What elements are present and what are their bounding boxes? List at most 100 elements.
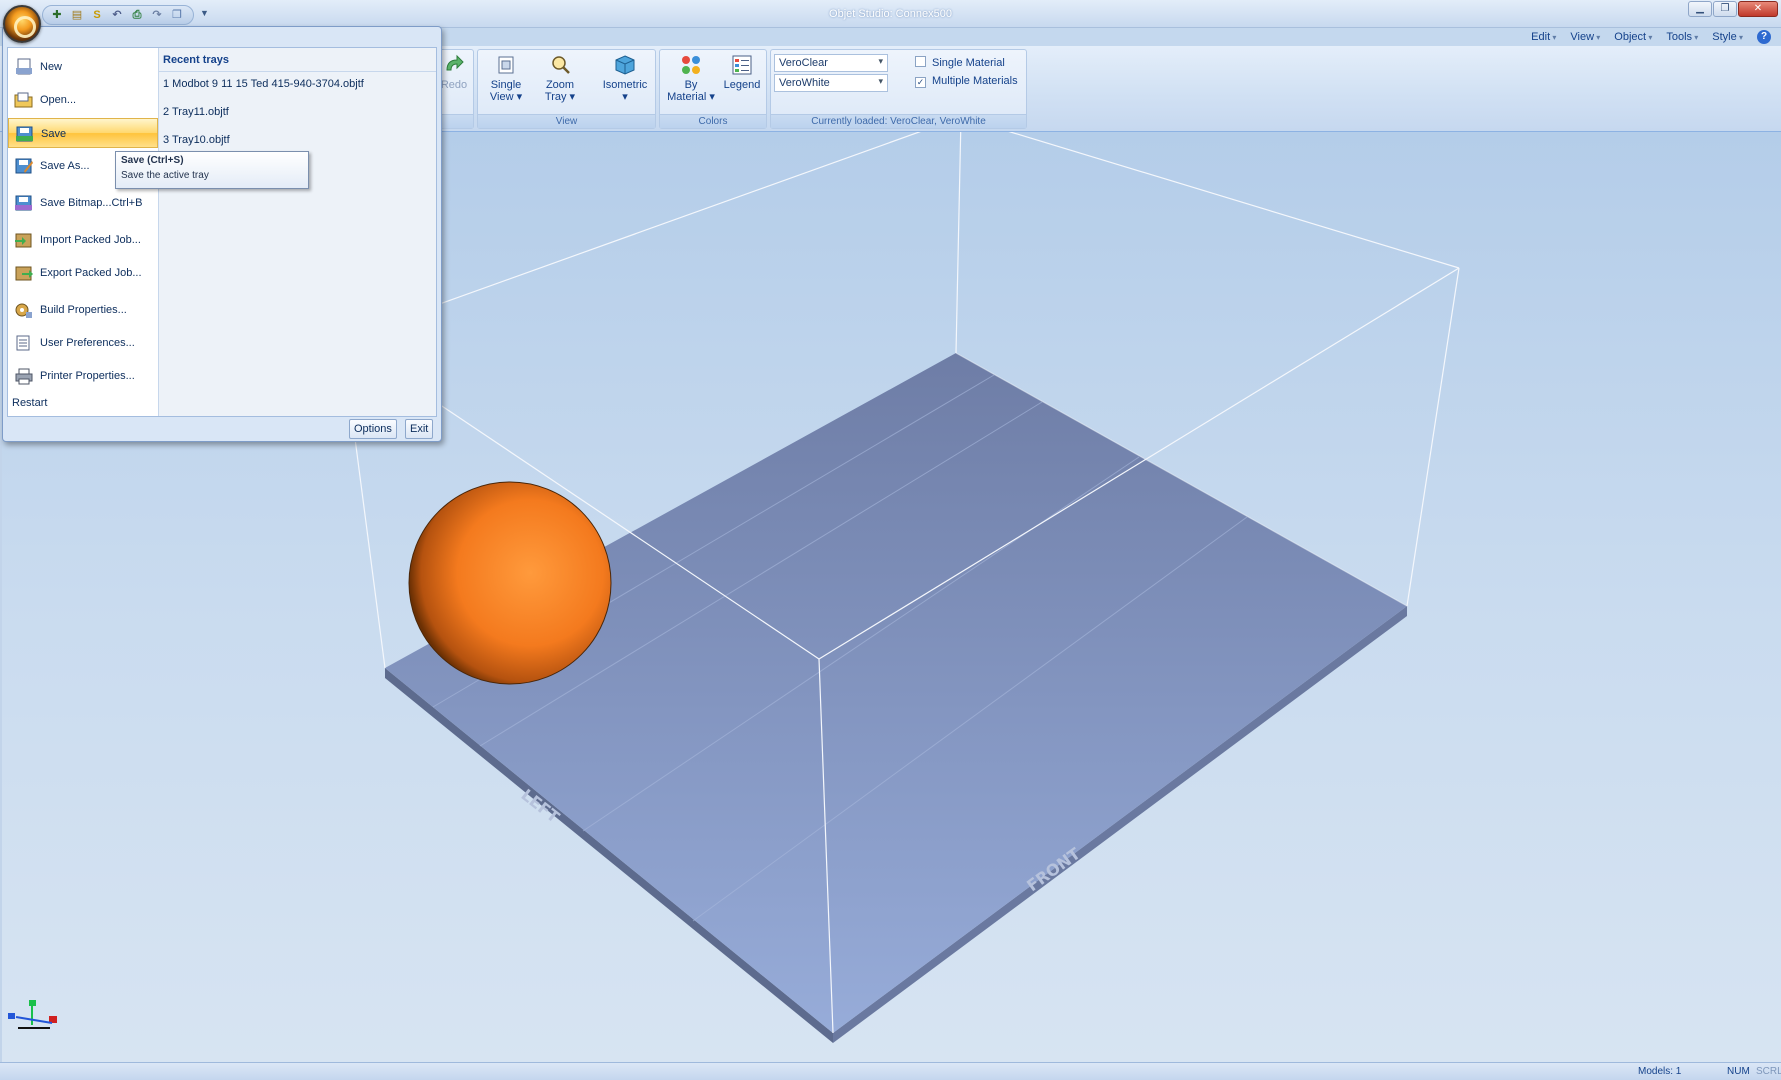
status-num: NUM [1727,1066,1750,1077]
legend-button[interactable]: Legend [722,54,762,91]
menu-import-packed-job-label: Import Packed Job... [40,234,141,246]
options-button[interactable]: Options [349,419,397,439]
single-material-checkbox[interactable]: Single Material [915,56,1005,69]
printer-icon[interactable]: ⎙ [129,8,145,22]
help-icon[interactable]: ? [1757,30,1771,44]
material-combo-2[interactable]: VeroWhite [774,74,888,92]
recent-tray-1[interactable]: 1 Modbot 9 11 15 Ted 415-940-3704.objtf [163,78,364,90]
zoom-tray-icon [552,56,570,74]
menu-import-packed-job[interactable]: Import Packed Job... [8,225,158,255]
view-group: Single View ▾ Zoom Tray ▾ Isometric ▾ Vie… [477,49,656,129]
application-orb-button[interactable] [3,5,41,43]
isometric-cube-icon [615,55,635,75]
save-s-icon[interactable]: S [89,8,105,22]
sphere-model[interactable] [408,481,612,685]
menu-object[interactable]: Object [1614,31,1652,43]
title-bar: Objet Studio: Connex500 ✚ ▤ S ↶ ⎙ ↷ ❐ ▼ … [0,0,1781,28]
multiple-materials-box[interactable]: ✓ [915,77,926,88]
materials-group: VeroClear VeroWhite Single Material ✓ Mul… [770,49,1027,129]
menu-tools[interactable]: Tools [1666,31,1698,43]
menu-edit[interactable]: Edit [1531,31,1556,43]
application-menu-body: New Open... Save Save As... Save Bitmap.… [7,47,437,417]
menu-printer-properties-label: Printer Properties... [40,370,135,382]
application-menu: New Open... Save Save As... Save Bitmap.… [2,26,442,442]
by-material-label-2: Material [667,91,707,103]
export-packed-job-icon [15,266,33,281]
menu-style[interactable]: Style [1712,31,1743,43]
menu-build-properties[interactable]: Build Properties... [8,295,158,325]
view-group-label: View [478,114,655,128]
customize-toolbar-chevron-icon[interactable]: ▼ [200,8,209,18]
menu-export-packed-job-label: Export Packed Job... [40,267,142,279]
tray-top[interactable] [385,353,1407,1033]
open-icon[interactable]: ▤ [69,8,85,22]
menu-save-bitmap-label: Save Bitmap...Ctrl+B [40,197,143,209]
by-material-label-1: By [684,79,698,91]
single-view-button[interactable]: Single View ▾ [486,54,526,103]
menu-open-label: Open... [40,94,77,106]
menu-new[interactable]: New [8,52,158,82]
new-tray-icon[interactable]: ✚ [49,8,65,22]
menu-printer-properties[interactable]: Printer Properties... [8,361,158,391]
user-preferences-icon [16,335,30,351]
window-title: Objet Studio: Connex500 [829,8,952,20]
import-packed-job-icon [15,233,32,248]
save-icon [16,126,33,142]
legend-icon [732,55,752,75]
menu-open[interactable]: Open... [8,85,158,115]
menu-save-bitmap[interactable]: Save Bitmap...Ctrl+B [8,188,158,218]
close-button[interactable]: ✕ [1738,1,1778,17]
multiple-materials-label: Multiple Materials [932,75,1018,87]
colors-group-label: Colors [660,114,766,128]
tooltip-description: Save the active tray [121,170,209,181]
exit-button[interactable]: Exit [405,419,434,439]
right-menu-bar: Edit View Object Tools Style ? [1531,28,1781,46]
menu-user-preferences-label: User Preferences... [40,337,135,349]
menu-restart-label: Restart [12,397,48,409]
redo-label: Redo [440,79,468,91]
menu-export-packed-job[interactable]: Export Packed Job... [8,258,158,288]
quick-access-toolbar: ✚ ▤ S ↶ ⎙ ↷ ❐ [42,5,194,25]
build-properties-icon [15,303,32,318]
legend-label: Legend [723,79,761,91]
zoom-tray-label-2: Tray [544,91,567,103]
window-icon[interactable]: ❐ [169,8,185,22]
tooltip-title: Save (Ctrl+S) [121,155,184,166]
by-material-button[interactable]: By Material ▾ [666,54,716,103]
menu-user-preferences[interactable]: User Preferences... [8,328,158,358]
recent-trays-header: Recent trays [159,48,436,72]
single-view-label-2: View [489,91,514,103]
zoom-tray-button[interactable]: Zoom Tray ▾ [540,54,580,103]
application-menu-commands: New Open... Save Save As... Save Bitmap.… [8,48,158,416]
status-models: Models: 1 [1638,1066,1682,1077]
menu-save[interactable]: Save [8,118,158,148]
open-folder-icon [14,92,33,108]
material-combo-1[interactable]: VeroClear [774,54,888,72]
single-view-label-1: Single [490,79,522,91]
save-as-icon [15,158,33,174]
colors-group: By Material ▾ Legend Colors [659,49,767,129]
menu-view[interactable]: View [1570,31,1600,43]
menu-restart[interactable]: Restart [8,391,158,415]
redo-icon[interactable]: ↷ [149,8,165,22]
minimize-button[interactable]: ▁ [1688,1,1712,17]
menu-save-label: Save [41,128,67,140]
printer-properties-icon [15,368,33,385]
restore-button[interactable]: ❐ [1713,1,1737,17]
save-bitmap-icon [15,195,32,211]
recent-tray-3[interactable]: 3 Tray10.objtf [163,134,230,146]
single-material-box[interactable] [915,56,926,67]
zoom-tray-label-1: Zoom [545,79,575,91]
by-material-icon [682,56,700,74]
materials-group-label: Currently loaded: VeroClear, VeroWhite [771,114,1026,128]
redo-button[interactable]: Redo [437,54,471,91]
menu-save-as-label: Save As... [40,160,90,172]
recent-trays-panel: Recent trays 1 Modbot 9 11 15 Ted 415-94… [158,48,436,416]
save-tooltip: Save (Ctrl+S) Save the active tray [115,151,309,189]
menu-new-label: New [40,61,63,73]
undo-icon[interactable]: ↶ [109,8,125,22]
recent-tray-2[interactable]: 2 Tray11.objtf [163,106,229,118]
isometric-button[interactable]: Isometric ▾ [598,54,652,103]
menu-build-properties-label: Build Properties... [40,304,127,316]
multiple-materials-checkbox[interactable]: ✓ Multiple Materials [915,75,1018,88]
